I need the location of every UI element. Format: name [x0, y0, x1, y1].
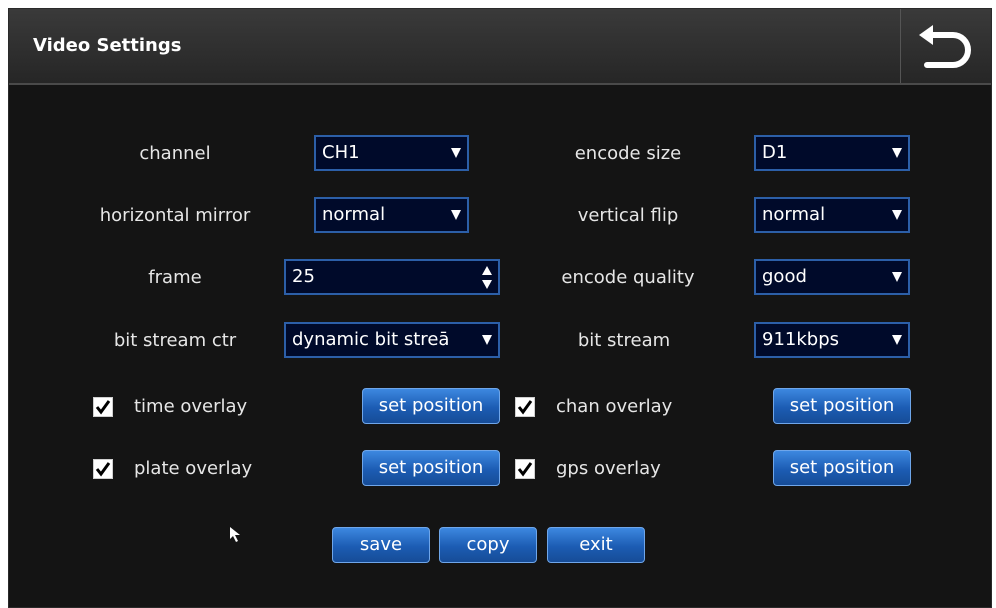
- horizontal-mirror-value: normal: [322, 204, 386, 225]
- save-button[interactable]: save: [332, 527, 430, 563]
- encode-quality-value: good: [762, 266, 807, 287]
- title-bar: Video Settings: [9, 9, 991, 85]
- dropdown-arrow-icon: [892, 210, 902, 220]
- gps-overlay-set-position-button[interactable]: set position: [773, 450, 911, 486]
- back-arrow-icon: [919, 25, 971, 68]
- vertical-flip-select[interactable]: normal: [754, 197, 910, 233]
- dropdown-arrow-icon: [451, 210, 461, 220]
- encode-quality-select[interactable]: good: [754, 259, 910, 295]
- gps-overlay-label: gps overlay: [556, 458, 661, 479]
- channel-label: channel: [139, 143, 211, 164]
- chan-overlay-set-position-button[interactable]: set position: [773, 388, 911, 424]
- encode-quality-label: encode quality: [561, 267, 695, 288]
- channel-value: CH1: [322, 142, 360, 163]
- bit-stream-ctr-value: dynamic bit streā: [292, 329, 450, 350]
- copy-button[interactable]: copy: [439, 527, 537, 563]
- time-overlay-set-position-button[interactable]: set position: [362, 388, 500, 424]
- horizontal-mirror-label: horizontal mirror: [99, 205, 251, 226]
- checkmark-icon: [517, 400, 533, 415]
- plate-overlay-label: plate overlay: [134, 458, 253, 479]
- time-overlay-checkbox[interactable]: [93, 397, 113, 417]
- frame-label: frame: [148, 267, 202, 288]
- back-button[interactable]: [900, 9, 991, 83]
- encode-size-value: D1: [762, 142, 788, 163]
- checkmark-icon: [95, 462, 111, 477]
- bit-stream-ctr-select[interactable]: dynamic bit streā: [284, 322, 500, 358]
- encode-size-label: encode size: [574, 143, 682, 164]
- bit-stream-label: bit stream: [577, 330, 671, 351]
- video-settings-window: Video Settings channel CH1 encode size D…: [8, 8, 992, 608]
- frame-value: 25: [292, 266, 315, 287]
- bit-stream-value: 911kbps: [762, 329, 840, 350]
- channel-select[interactable]: CH1: [314, 135, 469, 171]
- encode-size-select[interactable]: D1: [754, 135, 910, 171]
- horizontal-mirror-select[interactable]: normal: [314, 197, 469, 233]
- plate-overlay-set-position-button[interactable]: set position: [362, 450, 500, 486]
- frame-spinbox[interactable]: 25: [284, 259, 500, 295]
- plate-overlay-checkbox[interactable]: [93, 459, 113, 479]
- window-title: Video Settings: [33, 35, 182, 56]
- dropdown-arrow-icon: [892, 272, 902, 282]
- spinner-arrows-icon[interactable]: [481, 265, 493, 291]
- vertical-flip-value: normal: [762, 204, 826, 225]
- dropdown-arrow-icon: [482, 335, 492, 345]
- bit-stream-select[interactable]: 911kbps: [754, 322, 910, 358]
- vertical-flip-label: vertical flip: [577, 205, 679, 226]
- chan-overlay-label: chan overlay: [556, 396, 673, 417]
- bit-stream-ctr-label: bit stream ctr: [113, 330, 237, 351]
- dropdown-arrow-icon: [451, 148, 461, 158]
- chan-overlay-checkbox[interactable]: [515, 397, 535, 417]
- checkmark-icon: [517, 462, 533, 477]
- gps-overlay-checkbox[interactable]: [515, 459, 535, 479]
- dropdown-arrow-icon: [892, 148, 902, 158]
- exit-button[interactable]: exit: [547, 527, 645, 563]
- mouse-pointer-icon: [230, 527, 240, 542]
- checkmark-icon: [95, 400, 111, 415]
- time-overlay-label: time overlay: [134, 396, 248, 417]
- dropdown-arrow-icon: [892, 335, 902, 345]
